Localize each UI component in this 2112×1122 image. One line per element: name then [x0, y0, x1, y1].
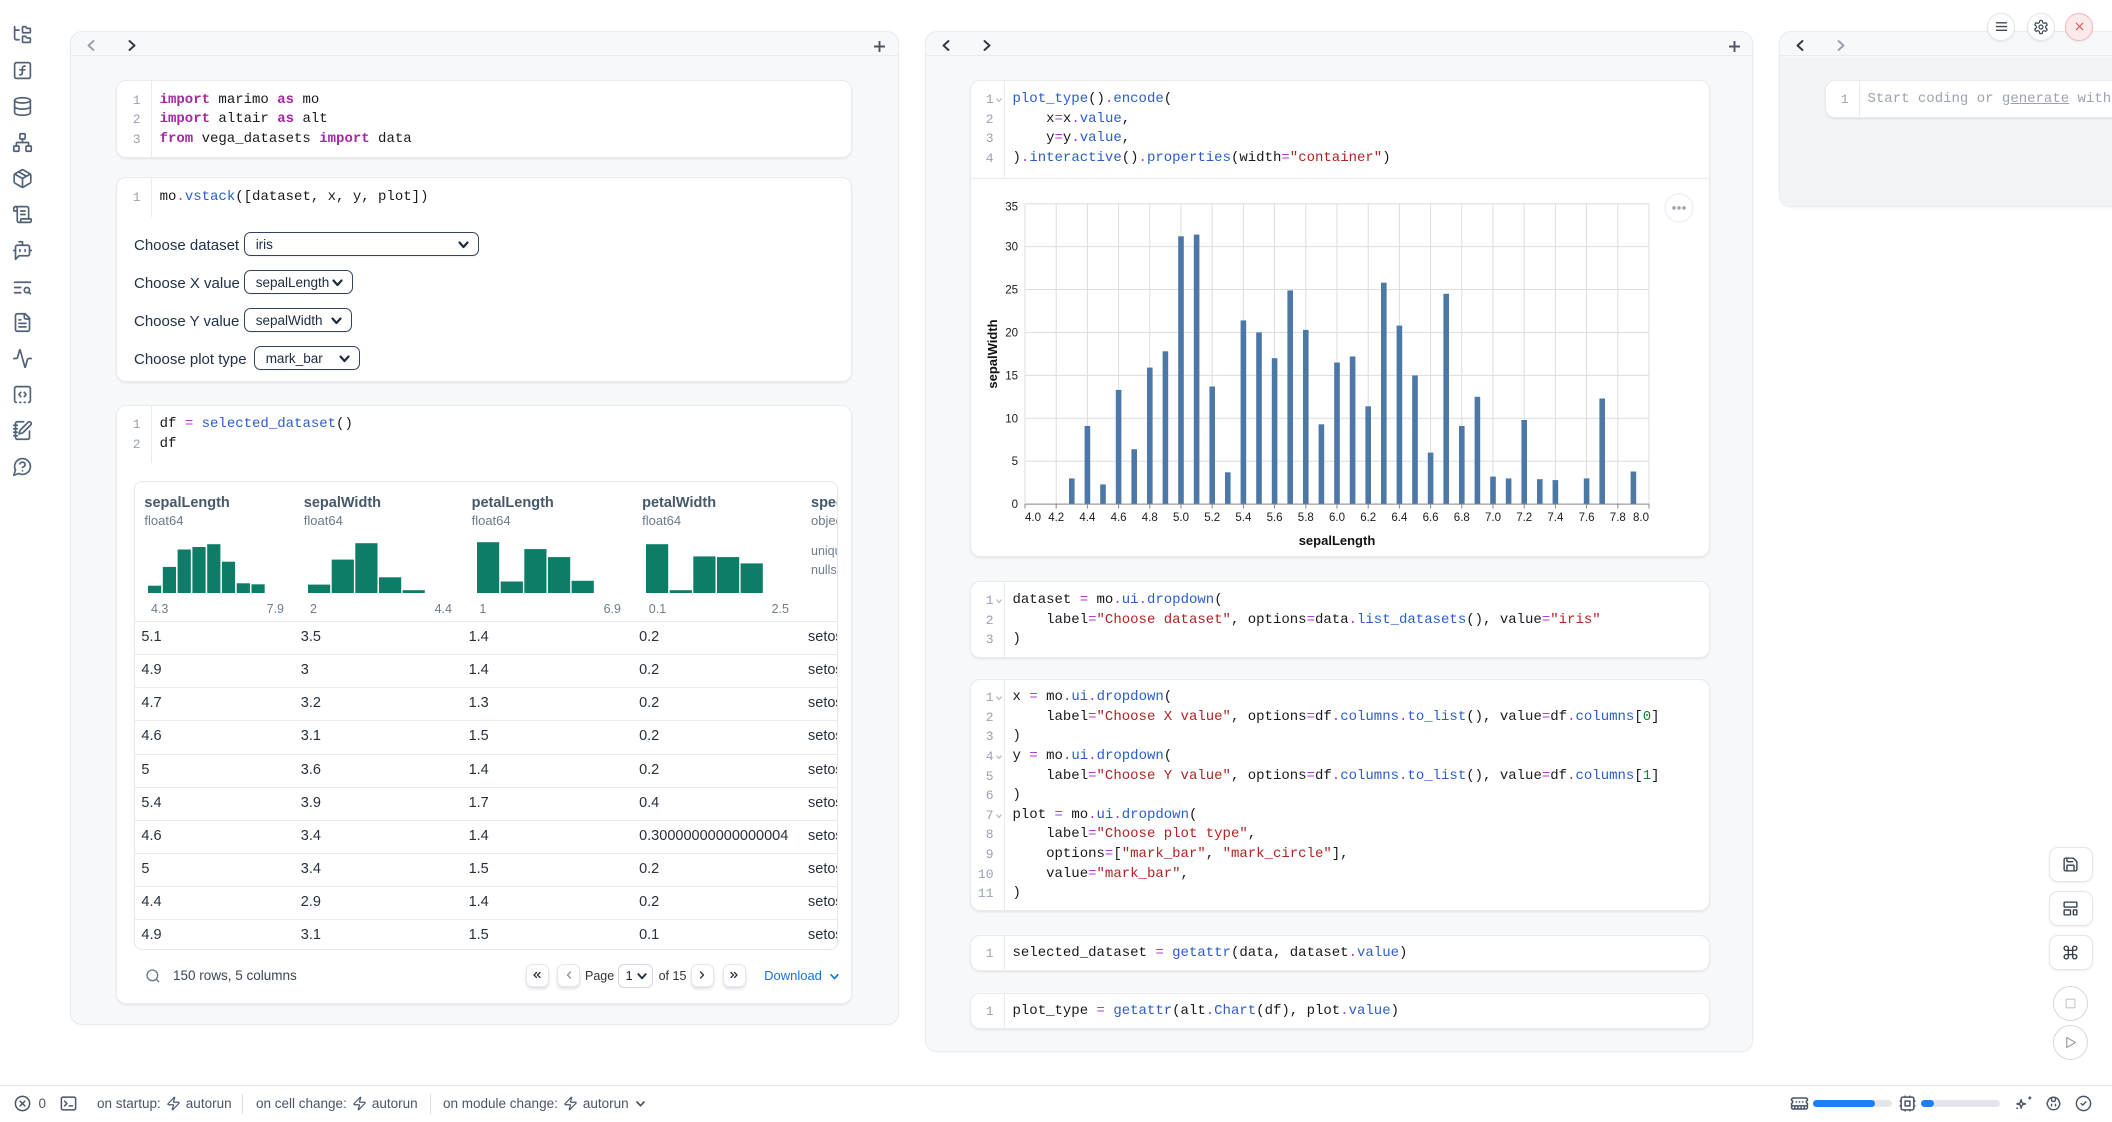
svg-text:6.2: 6.2 [1360, 512, 1376, 524]
svg-text:20: 20 [1005, 327, 1018, 339]
svg-text:5.8: 5.8 [1298, 512, 1314, 524]
svg-text:4.0: 4.0 [1025, 512, 1041, 524]
svg-text:5.4: 5.4 [1235, 512, 1252, 524]
svg-text:sepalWidth: sepalWidth [985, 319, 1000, 388]
svg-text:4.8: 4.8 [1142, 512, 1158, 524]
svg-text:30: 30 [1005, 241, 1018, 253]
svg-text:6.6: 6.6 [1423, 512, 1439, 524]
svg-text:7.4: 7.4 [1547, 512, 1564, 524]
svg-text:5.0: 5.0 [1173, 512, 1189, 524]
svg-text:25: 25 [1005, 284, 1018, 296]
svg-text:0: 0 [1012, 499, 1018, 511]
svg-text:35: 35 [1005, 201, 1018, 213]
svg-text:8.0: 8.0 [1633, 512, 1649, 524]
svg-text:7.6: 7.6 [1579, 512, 1595, 524]
svg-text:5.2: 5.2 [1204, 512, 1220, 524]
svg-text:5.6: 5.6 [1267, 512, 1283, 524]
svg-text:6.8: 6.8 [1454, 512, 1470, 524]
svg-text:15: 15 [1005, 370, 1018, 382]
svg-text:7.2: 7.2 [1516, 512, 1532, 524]
svg-text:7.0: 7.0 [1485, 512, 1501, 524]
svg-text:4.2: 4.2 [1048, 512, 1064, 524]
svg-text:7.8: 7.8 [1610, 512, 1626, 524]
svg-text:6.4: 6.4 [1391, 512, 1408, 524]
svg-text:4.6: 4.6 [1111, 512, 1127, 524]
svg-text:4.4: 4.4 [1079, 512, 1096, 524]
svg-text:sepalLength: sepalLength [1299, 533, 1376, 548]
svg-text:10: 10 [1005, 413, 1018, 425]
svg-text:5: 5 [1012, 456, 1018, 468]
svg-text:6.0: 6.0 [1329, 512, 1345, 524]
